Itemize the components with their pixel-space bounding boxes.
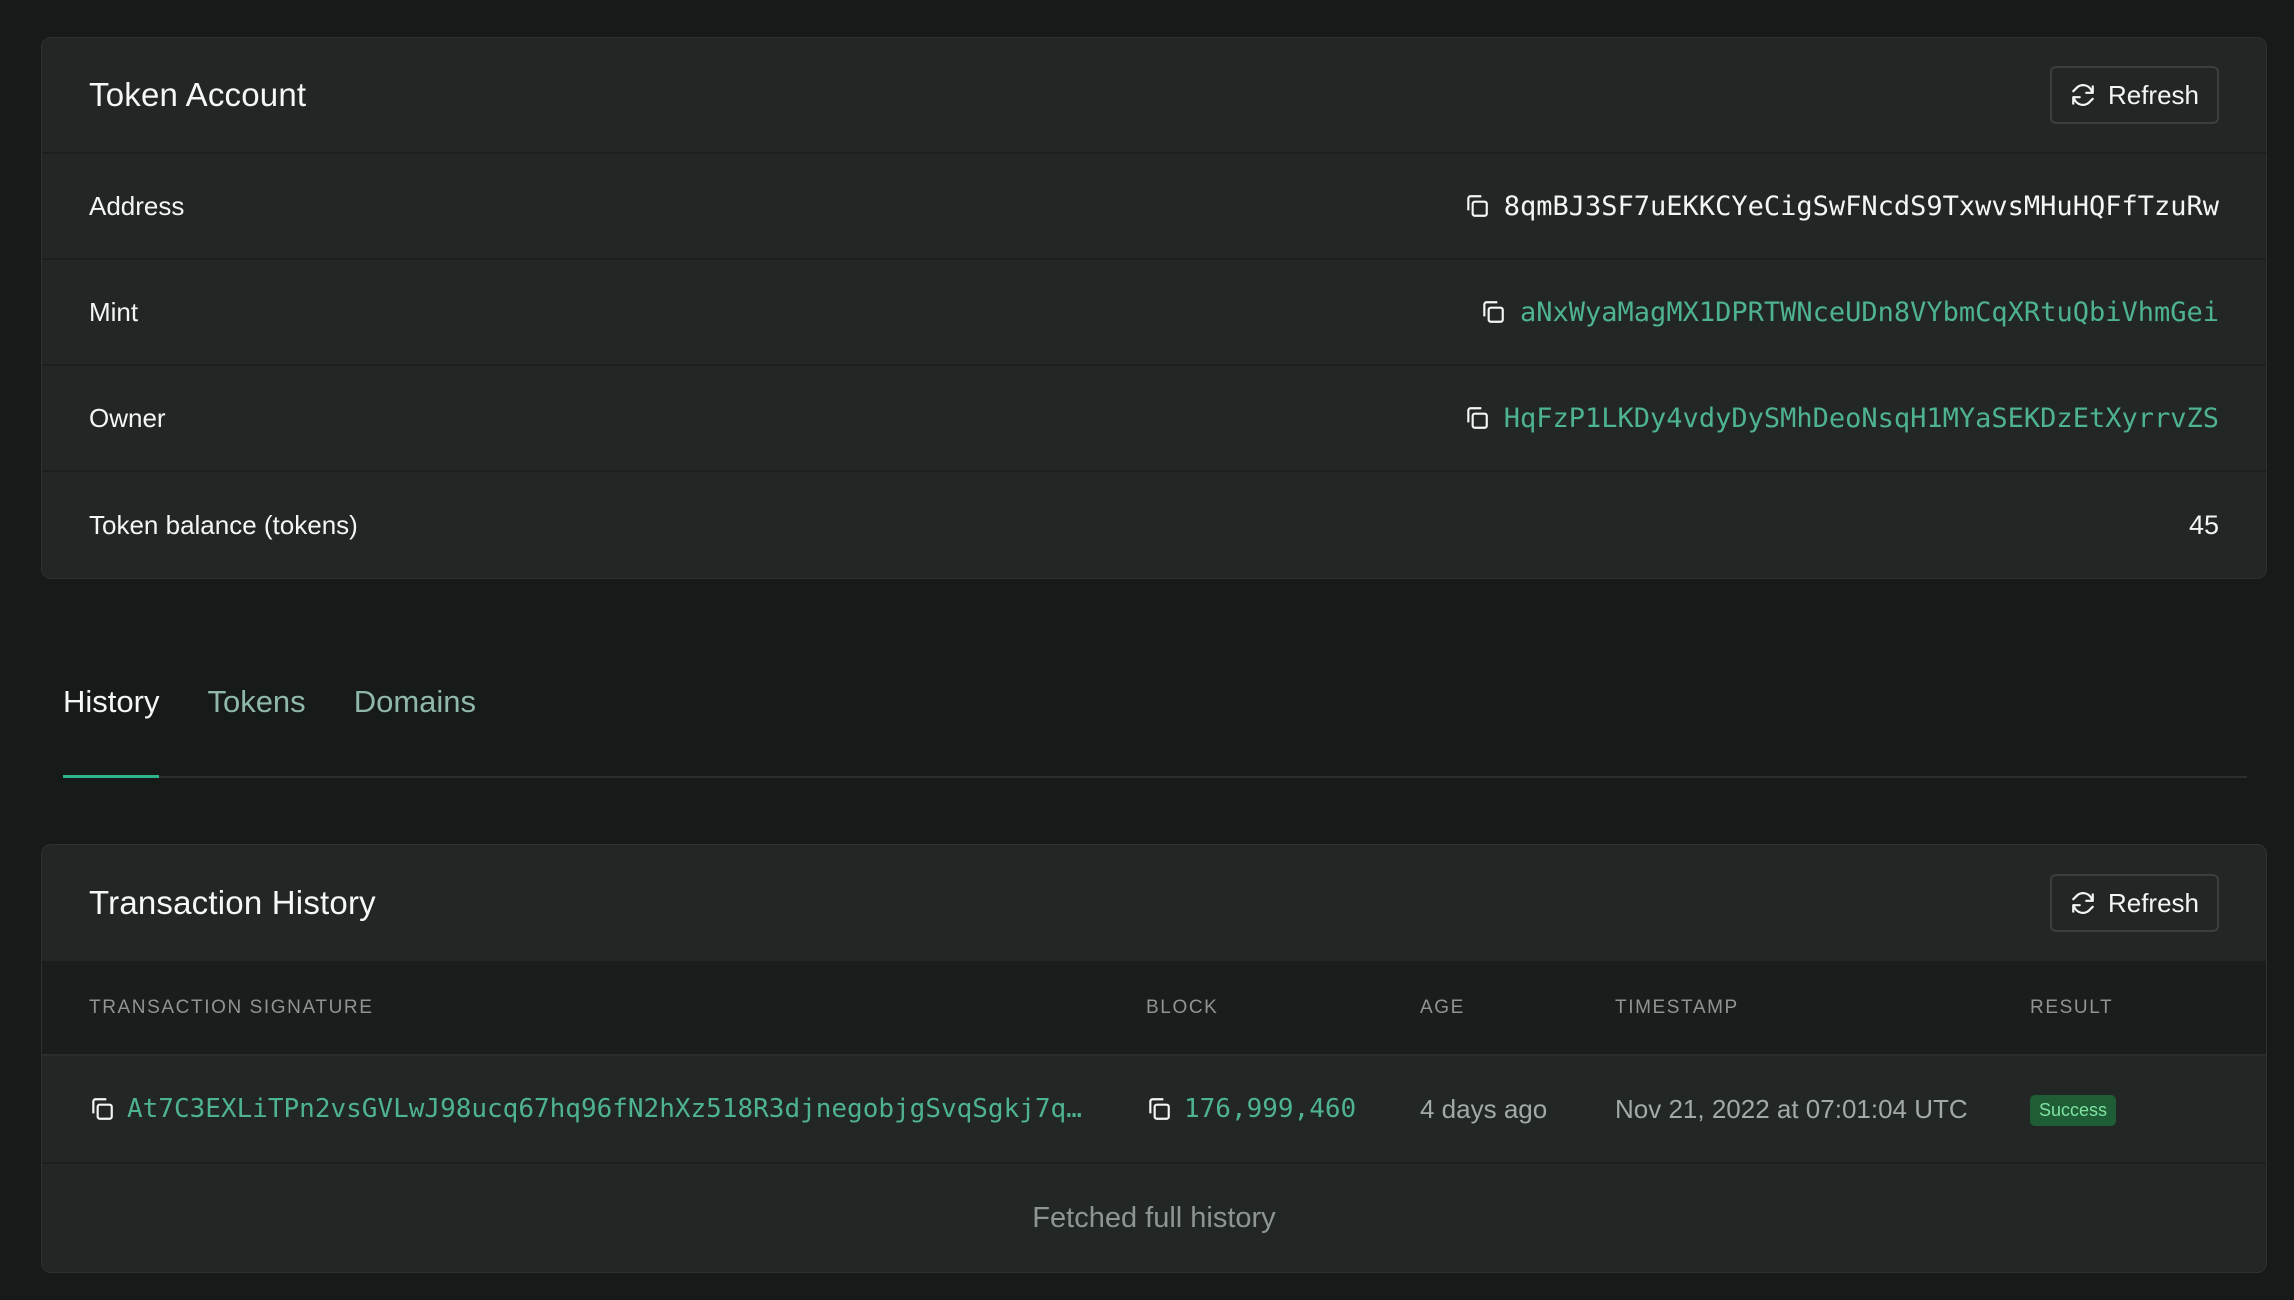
row-mint: Mint aNxWyaMagMX1DPRTWNceUDn8VYbmCqXRtuQ… (42, 260, 2266, 366)
col-timestamp: TIMESTAMP (1615, 996, 1739, 1018)
token-account-refresh-button[interactable]: Refresh (2049, 66, 2219, 124)
timestamp-cell: Nov 21, 2022 at 07:01:04 UTC (1615, 1093, 1968, 1124)
copy-icon[interactable] (1146, 1096, 1172, 1122)
col-age: AGE (1420, 996, 1465, 1018)
balance-label: Token balance (tokens) (89, 509, 358, 540)
token-account-title: Token Account (89, 76, 307, 113)
tab-history[interactable]: History (63, 630, 160, 778)
owner-link[interactable]: HqFzP1LKDy4vdyDySMhDeoNsqH1MYaSEKDzEtXyr… (1504, 403, 2219, 434)
result-cell: Success (2030, 1092, 2266, 1126)
history-table-header: TRANSACTION SIGNATURE BLOCK AGE TIMESTAM… (42, 961, 2266, 1056)
col-result: RESULT (2030, 996, 2114, 1018)
signature-cell: At7C3EXLiTPn2vsGVLwJ98ucq67hq96fN2hXz518… (42, 1094, 1146, 1124)
transaction-history-header: Transaction History Refresh (42, 845, 2266, 961)
mint-label: Mint (89, 296, 139, 327)
owner-value-wrap: HqFzP1LKDy4vdyDySMhDeoNsqH1MYaSEKDzEtXyr… (1464, 403, 2219, 434)
col-signature: TRANSACTION SIGNATURE (89, 996, 374, 1018)
balance-value: 45 (2188, 509, 2219, 540)
row-balance: Token balance (tokens) 45 (42, 472, 2266, 578)
history-footer-message: Fetched full history (1032, 1201, 1276, 1234)
transaction-history-card: Transaction History Refresh TRANSACTION … (41, 844, 2267, 1273)
address-label: Address (89, 190, 185, 221)
token-account-card: Token Account Refresh Address 8qmBJ3SF7u… (41, 37, 2267, 579)
owner-label: Owner (89, 402, 166, 433)
status-badge: Success (2030, 1095, 2117, 1126)
tab-domains[interactable]: Domains (354, 630, 476, 776)
block-link[interactable]: 176,999,460 (1184, 1094, 1356, 1124)
copy-icon[interactable] (1480, 299, 1506, 325)
block-cell: 176,999,460 (1146, 1094, 1420, 1124)
row-address: Address 8qmBJ3SF7uEKKCYeCigSwFNcdS9Txwvs… (42, 154, 2266, 260)
age-cell: 4 days ago (1420, 1093, 1548, 1124)
signature-link[interactable]: At7C3EXLiTPn2vsGVLwJ98ucq67hq96fN2hXz518… (127, 1094, 1082, 1124)
row-owner: Owner HqFzP1LKDy4vdyDySMhDeoNsqH1MYaSEKD… (42, 366, 2266, 472)
refresh-icon (2072, 892, 2094, 914)
copy-icon[interactable] (89, 1096, 115, 1122)
token-account-header: Token Account Refresh (42, 38, 2266, 154)
refresh-icon (2072, 84, 2094, 106)
copy-icon[interactable] (1464, 193, 1490, 219)
address-value: 8qmBJ3SF7uEKKCYeCigSwFNcdS9TxwvsMHuHQFfT… (1503, 190, 2219, 222)
account-tabs: History Tokens Domains (63, 630, 2247, 778)
refresh-label: Refresh (2107, 887, 2199, 918)
mint-value-wrap: aNxWyaMagMX1DPRTWNceUDn8VYbmCqXRtuQbiVhm… (1480, 297, 2219, 328)
tab-tokens[interactable]: Tokens (207, 630, 305, 776)
address-value-wrap: 8qmBJ3SF7uEKKCYeCigSwFNcdS9TxwvsMHuHQFfT… (1464, 191, 2219, 222)
history-refresh-button[interactable]: Refresh (2049, 874, 2219, 932)
table-row: At7C3EXLiTPn2vsGVLwJ98ucq67hq96fN2hXz518… (42, 1056, 2266, 1164)
mint-link[interactable]: aNxWyaMagMX1DPRTWNceUDn8VYbmCqXRtuQbiVhm… (1520, 297, 2219, 328)
col-block: BLOCK (1146, 996, 1219, 1018)
copy-icon[interactable] (1464, 405, 1490, 431)
refresh-label: Refresh (2107, 79, 2199, 110)
transaction-history-title: Transaction History (89, 884, 376, 921)
